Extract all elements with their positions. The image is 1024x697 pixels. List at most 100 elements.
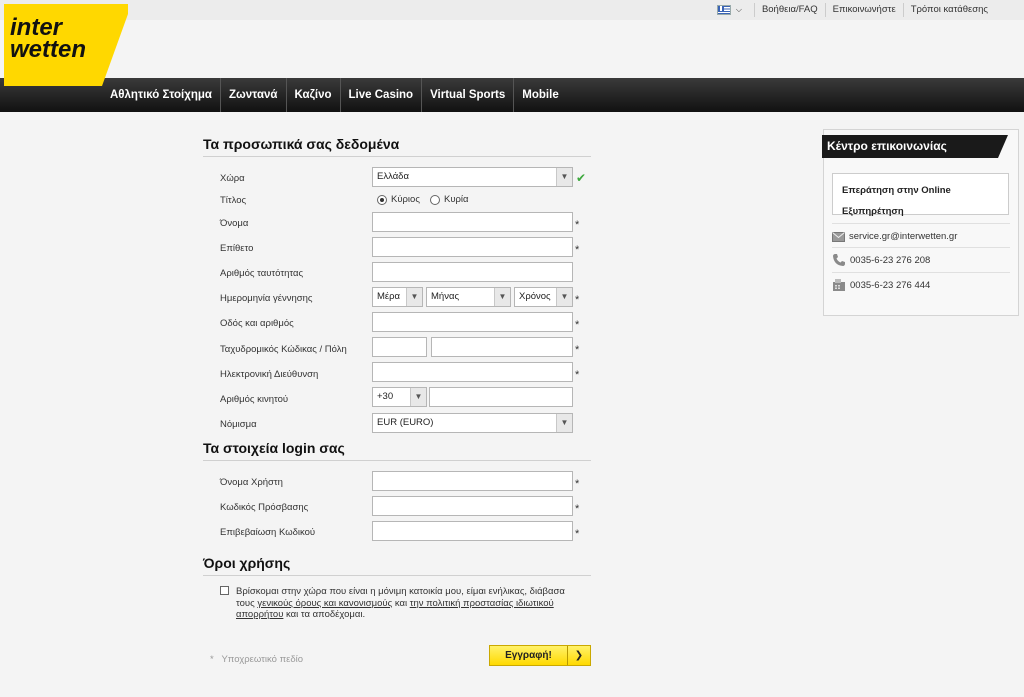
last-name-input[interactable] — [372, 237, 573, 257]
chevron-down-icon: ▼ — [494, 288, 510, 306]
language-selector[interactable]: ⌵ — [716, 3, 755, 17]
mobile-input[interactable] — [429, 387, 573, 407]
online-support-button[interactable]: Επεράτηση στην Online Εξυπηρέτηση — [832, 173, 1009, 217]
chevron-down-icon: ▼ — [556, 414, 572, 432]
currency-label: Νόμισμα — [220, 419, 257, 430]
currency-value: EUR (EURO) — [377, 417, 434, 428]
chevron-right-icon: ❯ — [574, 650, 584, 661]
radio-unchecked-icon — [430, 194, 440, 205]
chevron-down-icon: ⌵ — [735, 5, 742, 14]
nav-live-casino[interactable]: Live Casino — [341, 78, 423, 112]
postal-code-input[interactable] — [372, 337, 427, 357]
chevron-down-icon: ▼ — [410, 388, 426, 406]
birth-month-select[interactable]: Μήνας ▼ — [426, 287, 511, 307]
chevron-down-icon: ▼ — [556, 288, 572, 306]
nav-live[interactable]: Ζωντανά — [221, 78, 287, 112]
mobile-prefix-value: +30 — [377, 391, 394, 402]
required-marker: * — [575, 369, 580, 381]
required-marker: * — [575, 344, 580, 356]
title-mr-radio[interactable]: Κύριος — [377, 194, 420, 205]
title-label: Τίτλος — [220, 195, 247, 206]
confirm-password-label: Επιβεβαίωση Κωδικού — [220, 527, 316, 538]
title-mrs-label: Κυρία — [444, 194, 469, 205]
radio-checked-icon — [377, 194, 387, 205]
register-button-label: Εγγραφή! — [490, 646, 568, 665]
country-select[interactable]: Ελλάδα ▼ — [372, 167, 573, 187]
required-marker: * — [575, 219, 580, 231]
email-label: Ηλεκτρονική Διεύθυνση — [220, 369, 319, 380]
street-input[interactable] — [372, 312, 573, 332]
currency-select[interactable]: EUR (EURO) ▼ — [372, 413, 573, 433]
terms-title: Όροι χρήσης — [203, 555, 291, 571]
first-name-input[interactable] — [372, 212, 573, 232]
country-value: Ελλάδα — [377, 171, 409, 182]
city-input[interactable] — [431, 337, 573, 357]
personal-data-title: Τα προσωπικά σας δεδομένα — [203, 136, 400, 152]
top-nav: ⌵ Βοήθεια/FAQ Επικοινωνήστε Τρόποι κατάθ… — [716, 0, 1024, 20]
divider — [832, 223, 1010, 224]
divider — [203, 575, 591, 576]
terms-text-part: και τα αποδέχομαι. — [283, 609, 366, 620]
birth-date-label: Ημερομηνία γέννησης — [220, 293, 313, 304]
chevron-down-icon: ▼ — [556, 168, 572, 186]
logo-text-2: wetten — [10, 36, 86, 63]
required-marker: * — [575, 319, 580, 331]
required-note-text: Υποχρεωτικό πεδίο — [221, 654, 304, 665]
general-terms-link[interactable]: γενικούς όρους και κανονισμούς — [257, 598, 392, 609]
phone-icon — [833, 254, 845, 266]
help-faq-link[interactable]: Βοήθεια/FAQ — [755, 3, 826, 17]
required-marker: * — [575, 528, 580, 540]
password-input[interactable] — [372, 496, 573, 516]
nav-mobile[interactable]: Mobile — [514, 78, 566, 112]
divider — [203, 460, 591, 461]
contact-phone-row: 0035-6-23 276 208 — [832, 253, 1010, 267]
contact-email: service.gr@interwetten.gr — [849, 231, 958, 242]
mobile-label: Αριθμός κινητού — [220, 394, 289, 405]
chevron-down-icon: ▼ — [406, 288, 422, 306]
contact-email-row[interactable]: service.gr@interwetten.gr — [832, 231, 1010, 242]
username-label: Όνομα Χρήστη — [220, 477, 283, 488]
contact-fax: 0035-6-23 276 444 — [850, 279, 931, 291]
username-input[interactable] — [372, 471, 573, 491]
online-support-line2: Εξυπηρέτηση — [842, 206, 904, 217]
deposit-methods-link[interactable]: Τρόποι κατάθεσης — [904, 3, 1024, 17]
street-label: Οδός και αριθμός — [220, 318, 294, 329]
contact-phone: 0035-6-23 276 208 — [850, 254, 931, 266]
required-marker: * — [575, 478, 580, 490]
login-data-title: Τα στοιχεία login σας — [203, 440, 345, 456]
main-nav: Αθλητικό Στοίχημα Ζωντανά Καζίνο Live Ca… — [0, 78, 1024, 112]
divider — [832, 272, 1010, 273]
contact-center-title: Κέντρο επικοινωνίας — [827, 139, 947, 153]
birth-month-value: Μήνας — [431, 291, 460, 302]
mobile-prefix-select[interactable]: +30 ▼ — [372, 387, 427, 407]
envelope-icon — [832, 231, 845, 242]
divider — [203, 156, 591, 157]
contact-link[interactable]: Επικοινωνήστε — [826, 3, 904, 17]
required-marker: * — [575, 294, 580, 306]
title-mrs-radio[interactable]: Κυρία — [430, 194, 469, 205]
country-label: Χώρα — [220, 173, 245, 184]
email-input[interactable] — [372, 362, 573, 382]
fax-icon — [833, 279, 845, 291]
online-support-line1: Επεράτηση στην Online — [842, 185, 951, 196]
birth-day-select[interactable]: Μέρα ▼ — [372, 287, 423, 307]
birth-year-value: Χρόνος — [519, 291, 551, 302]
first-name-label: Όνομα — [220, 218, 249, 229]
required-note: * Υποχρεωτικό πεδίο — [210, 654, 303, 665]
birth-year-select[interactable]: Χρόνος ▼ — [514, 287, 573, 307]
password-label: Κωδικός Πρόσβασης — [220, 502, 309, 513]
terms-checkbox[interactable] — [220, 586, 229, 595]
terms-text: Βρίσκομαι στην χώρα που είναι η μόνιμη κ… — [236, 586, 586, 621]
title-mr-label: Κύριος — [391, 194, 420, 205]
nav-virtual-sports[interactable]: Virtual Sports — [422, 78, 515, 112]
postal-city-label: Ταχυδρομικός Κώδικας / Πόλη — [220, 344, 347, 355]
interwetten-logo[interactable]: inter wetten — [4, 4, 128, 86]
register-button[interactable]: Εγγραφή! ❯ — [489, 645, 591, 666]
id-number-input[interactable] — [372, 262, 573, 282]
terms-text-part: και — [392, 597, 410, 609]
id-number-label: Αριθμός ταυτότητας — [220, 268, 304, 279]
last-name-label: Επίθετο — [220, 243, 254, 254]
confirm-password-input[interactable] — [372, 521, 573, 541]
nav-casino[interactable]: Καζίνο — [287, 78, 341, 112]
greek-flag-icon — [716, 5, 731, 15]
